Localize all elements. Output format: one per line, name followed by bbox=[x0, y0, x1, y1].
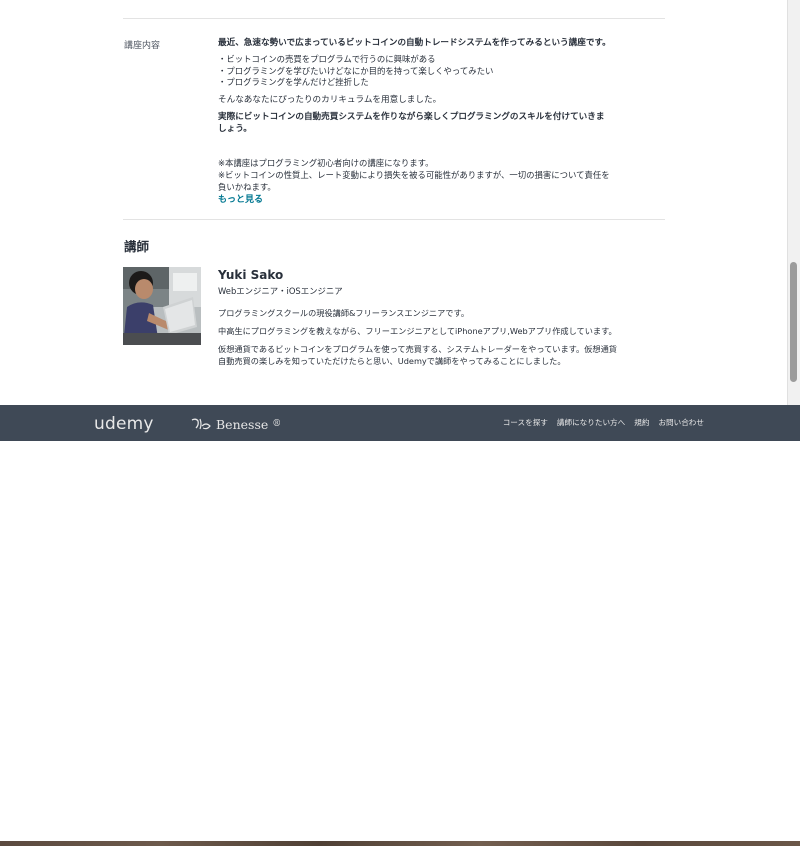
instructor-heading: 講師 bbox=[124, 239, 150, 254]
instructor-photo bbox=[123, 267, 201, 345]
list-item: ・プログラミングを学んだけど挫折した bbox=[218, 77, 369, 88]
instructor-bio-1: プログラミングスクールの現役講師&フリーランスエンジニアです。 bbox=[218, 308, 470, 318]
scrollbar-thumb[interactable] bbox=[790, 262, 797, 382]
note-beginner: ※本講座はプログラミング初心者向けの講座になります。 bbox=[218, 158, 434, 168]
top-divider bbox=[123, 18, 665, 19]
footer-link-terms[interactable]: 規約 bbox=[634, 417, 649, 428]
footer-image-strip bbox=[0, 841, 800, 846]
registered-mark: ® bbox=[272, 419, 282, 429]
curriculum-text: そんなあなたにぴったりのカリキュラムを用意しました。 bbox=[218, 95, 442, 105]
instructor-photo-image bbox=[123, 267, 201, 345]
show-more-link[interactable]: もっと見る bbox=[218, 192, 263, 205]
list-item: ・プログラミングを学びたいけどなにか目的を持って楽しくやってみたい bbox=[218, 65, 494, 76]
page-scrollbar[interactable] bbox=[787, 0, 800, 405]
instructor-bio-3: 仮想通貨であるビットコインをプログラムを使って売買する、システムトレーダーをやっ… bbox=[218, 344, 617, 366]
footer-nav: コースを探す 講師になりたい方へ 規約 お問い合わせ bbox=[503, 417, 704, 428]
benesse-mark-icon bbox=[191, 418, 211, 430]
bullet-list: ・ビットコインの売買をプログラムで行うのに興味がある ・プログラミングを学びたい… bbox=[218, 54, 618, 89]
footer: udemy Benesse ® コースを探す 講師になりたい方へ 規約 お問い合… bbox=[0, 405, 800, 846]
footer-link-browse-courses[interactable]: コースを探す bbox=[503, 417, 548, 428]
course-headline: 最近、急速な勢いで広まっているビットコインの自動トレードシステムを作ってみるとい… bbox=[218, 38, 611, 48]
footer-link-contact[interactable]: お問い合わせ bbox=[658, 417, 704, 428]
instructor-name: Yuki Sako bbox=[218, 268, 284, 282]
course-content-label: 講座内容 bbox=[124, 41, 161, 51]
benesse-logo[interactable]: Benesse ® bbox=[190, 415, 281, 433]
instructor-bio-2: 中高生にプログラミングを教えながら、フリーエンジニアとしてiPhoneアプリ,W… bbox=[218, 326, 617, 336]
course-notes: ※本講座はプログラミング初心者向けの講座になります。 ※ビットコインの性質上、レ… bbox=[218, 157, 618, 193]
udemy-logo[interactable]: udemy bbox=[94, 414, 154, 434]
list-item: ・ビットコインの売買をプログラムで行うのに興味がある bbox=[218, 54, 436, 64]
footer-link-become-instructor[interactable]: 講師になりたい方へ bbox=[557, 417, 625, 428]
instructor-title: Webエンジニア・iOSエンジニア bbox=[218, 286, 343, 296]
note-risk: ※ビットコインの性質上、レート変動により損失を被る可能性がありますが、一切の損害… bbox=[218, 170, 610, 192]
section-divider bbox=[123, 219, 665, 220]
benesse-wordmark: Benesse bbox=[216, 416, 269, 432]
course-goal: 実際にビットコインの自動売買システムを作りながら楽しくプログラミングのスキルを付… bbox=[218, 112, 605, 134]
